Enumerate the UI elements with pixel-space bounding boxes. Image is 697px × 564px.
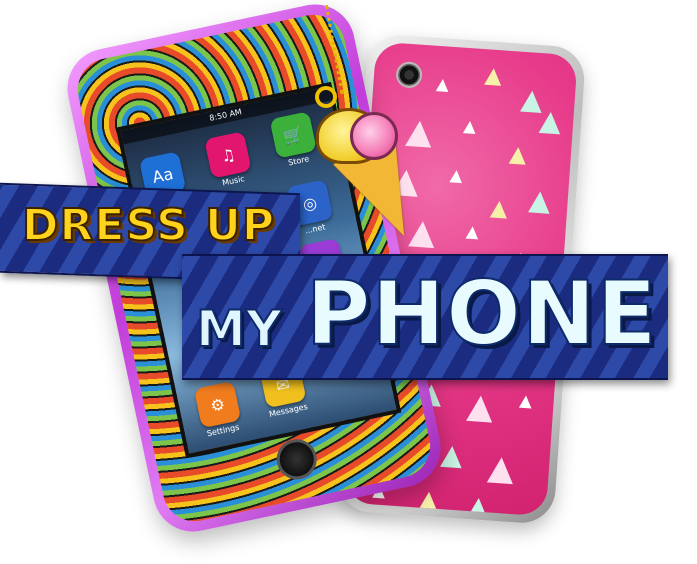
tree-pattern-icon	[465, 225, 479, 240]
tree-pattern-icon	[520, 89, 544, 114]
tree-pattern-icon	[466, 394, 494, 423]
tree-pattern-icon	[419, 491, 438, 510]
charm-ring	[315, 86, 337, 108]
tree-pattern-icon	[538, 111, 562, 135]
tree-pattern-icon	[466, 497, 490, 517]
tree-pattern-icon	[508, 146, 527, 165]
tree-pattern-icon	[528, 190, 552, 214]
tree-pattern-icon	[435, 78, 450, 92]
tree-pattern-icon	[440, 445, 464, 469]
music-app-icon: ♫	[204, 131, 252, 179]
tree-pattern-icon	[462, 120, 477, 134]
home-button-icon	[272, 435, 321, 484]
title-my: MY	[195, 299, 283, 359]
tree-pattern-icon	[449, 169, 463, 184]
ice-cream-scoop-pink	[350, 112, 398, 160]
tree-pattern-icon	[405, 119, 433, 148]
tree-pattern-icon	[484, 67, 503, 86]
tree-pattern-icon	[518, 395, 533, 409]
title-artwork: 8:50 AM Aa♫Music🛒Store◎...net▣...auty⚙Se…	[0, 0, 697, 564]
tree-pattern-icon	[489, 200, 509, 219]
camera-icon	[395, 61, 423, 89]
settings-app-icon: ⚙	[193, 380, 242, 429]
store-app-icon: 🛒	[269, 111, 317, 159]
title-phone: PHONE	[305, 261, 658, 366]
title-dress-up: DRESS UP	[21, 199, 276, 252]
tree-pattern-icon	[486, 456, 515, 485]
